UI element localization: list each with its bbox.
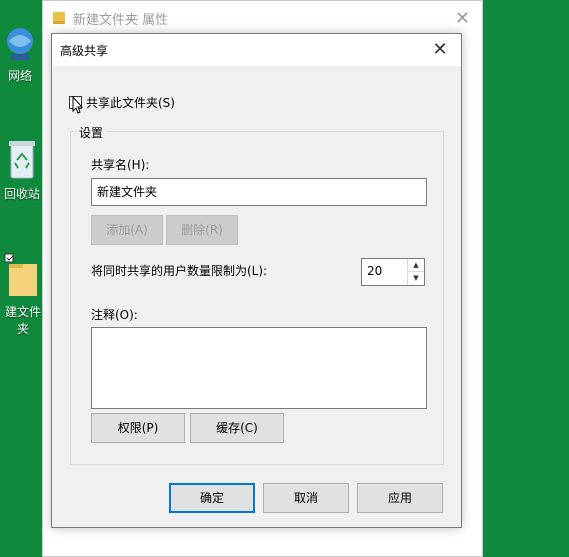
share-name-label: 共享名(H):	[91, 158, 150, 172]
share-folder-checkbox-row[interactable]: 共享此文件夹(S)	[69, 94, 175, 111]
permissions-button[interactable]: 权限(P)	[91, 413, 185, 443]
share-folder-checkbox-label: 共享此文件夹(S)	[86, 96, 175, 110]
user-limit-value: 20	[367, 264, 383, 278]
desktop-icon-label: 建文件夹	[4, 305, 41, 336]
dialog-titlebar: 高级共享	[52, 34, 461, 66]
properties-window-title: 新建文件夹 属性	[73, 12, 169, 28]
remove-button[interactable]: 删除(R)	[166, 215, 238, 245]
spin-up-arrow-icon[interactable]: ▲	[408, 259, 424, 272]
ok-button[interactable]: 确定	[169, 483, 255, 513]
comment-label: 注释(O):	[91, 308, 138, 322]
apply-button[interactable]: 应用	[357, 483, 443, 513]
share-name-field[interactable]: 新建文件夹	[91, 178, 427, 206]
user-limit-spinbox[interactable]: 20 ▲ ▼	[361, 258, 425, 286]
desktop-icon-recycle-bin[interactable]: 回收站	[0, 138, 44, 202]
recycle-bin-icon	[9, 141, 35, 179]
add-button[interactable]: 添加(A)	[91, 215, 163, 245]
desktop-icon-network[interactable]: 网络	[0, 24, 40, 84]
advanced-sharing-dialog: 高级共享 ✕ 共享此文件夹(S) 设置 共享名(H): 新建文件夹 添加(A) …	[51, 33, 462, 528]
network-icon	[7, 28, 33, 60]
caching-button[interactable]: 缓存(C)	[190, 413, 284, 443]
spinbox-arrows: ▲ ▼	[407, 259, 424, 285]
settings-group-label: 设置	[76, 124, 107, 141]
comment-field[interactable]	[91, 327, 427, 409]
folder-icon	[4, 253, 37, 296]
spin-down-arrow-icon[interactable]: ▼	[408, 272, 424, 285]
close-icon[interactable]: ✕	[455, 8, 470, 29]
mouse-cursor-icon	[72, 96, 84, 114]
desktop-icon-folder[interactable]: 建文件夹	[0, 252, 46, 337]
dialog-close-button[interactable]: ✕	[429, 40, 451, 60]
desktop-icon-label: 回收站	[3, 187, 40, 201]
desktop-icon-label: 网络	[7, 69, 32, 83]
folder-icon	[53, 12, 65, 24]
cancel-button[interactable]: 取消	[263, 483, 349, 513]
properties-window-titlebar: 新建文件夹 属性	[43, 1, 482, 35]
user-limit-label: 将同时共享的用户数量限制为(L):	[91, 264, 268, 278]
dialog-title: 高级共享	[60, 43, 109, 58]
close-icon: ✕	[432, 39, 448, 60]
